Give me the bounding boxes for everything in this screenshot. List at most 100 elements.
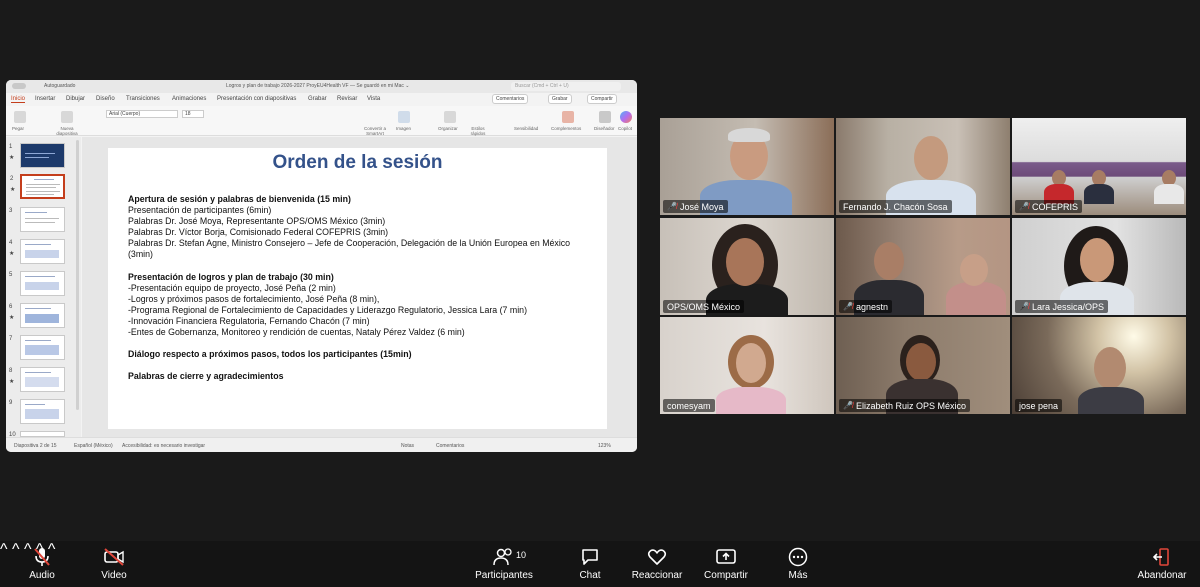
video-tile[interactable]: Fernando J. Chacón Sosa [836,118,1010,215]
new-slide-label: Nueva diapositiva [56,126,78,136]
video-tile[interactable]: 🎤̸ Elizabeth Ruiz OPS México [836,317,1010,414]
accessibility-status[interactable]: Accesibilidad: es necesario investigar [122,443,205,449]
slide-number: 2 [10,176,14,182]
leave-button[interactable]: Abandonar [1136,547,1188,581]
new-slide-icon[interactable] [61,111,73,123]
heart-icon [630,547,684,567]
star-icon: ★ [9,379,15,385]
thumbnail-scrollbar[interactable] [76,140,79,410]
agenda-line: -Presentación equipo de proyecto, José P… [128,282,336,293]
comments-button[interactable]: Comentarios [492,94,529,104]
tab-presentacion[interactable]: Presentación con diapositivas [217,96,296,102]
slide-thumb-2[interactable]: 2 ★ [10,174,65,199]
video-tile[interactable]: 🎤̸ COFEPRIS [1012,118,1186,215]
audio-options-chevron-icon[interactable]: ^ [0,541,8,558]
tab-dibujar[interactable]: Dibujar [66,96,85,102]
current-slide[interactable]: Orden de la sesión Apertura de sesión y … [108,148,607,429]
designer-icon[interactable] [599,111,611,123]
document-title: Logros y plan de trabajo 2026-2027 ProyE… [226,83,410,89]
notes-button[interactable]: Notas [401,443,414,449]
paste-icon[interactable] [14,111,26,123]
window-controls[interactable] [12,83,26,89]
convert-smartart-label[interactable]: Convertir a SmartArt [358,126,392,136]
tab-animaciones[interactable]: Animaciones [172,96,206,102]
ribbon-toolbar: Pegar Nueva diapositiva Arial (Cuerpo) 1… [6,106,637,136]
video-button[interactable]: Video [98,547,130,581]
slide-thumb-9[interactable]: 9 [9,399,65,424]
video-tile[interactable]: jose pena [1012,317,1186,414]
zoom-level[interactable]: 123% [598,443,611,449]
share-screen-button[interactable]: Compartir [702,547,750,581]
star-icon: ★ [9,251,15,257]
video-tile[interactable]: 🎤̸ José Moya [660,118,834,215]
tab-grabar[interactable]: Grabar [308,96,327,102]
title-bar: Autoguardado Logros y plan de trabajo 20… [6,80,637,93]
meeting-toolbar: Audio ^ Video ^ Participantes 10 ^ Chat … [0,541,1200,587]
quick-styles-label[interactable]: Estilos rápidos [468,126,488,136]
leave-label: Abandonar [1137,570,1187,581]
audio-button[interactable]: Audio [26,547,58,581]
slide-thumb-6[interactable]: 6 ★ [9,303,65,328]
react-button[interactable]: Reaccionar [630,547,684,581]
addins-icon[interactable] [562,111,574,123]
addins-label: Complementos [551,126,582,131]
agenda-line: -Logros y próximos pasos de fortalecimie… [128,293,380,304]
video-tile-active-speaker[interactable]: OPS/OMS México [660,218,834,315]
leave-icon [1136,547,1188,567]
audio-label: Audio [29,570,55,581]
slide-number: 4 [9,240,13,246]
participant-name: OPS/OMS México [663,300,745,313]
sensitivity-label[interactable]: Sensibilidad [514,126,538,131]
slide-number: 8 [9,368,13,374]
video-tile[interactable]: 🎤̸ Lara Jessica/OPS [1012,218,1186,315]
video-tile[interactable]: comesyam [660,317,834,414]
autosave-label[interactable]: Autoguardado [44,83,75,89]
slide-thumb-4[interactable]: 4 ★ [9,239,65,264]
record-button[interactable]: Grabar [548,94,572,104]
slide-thumb-7[interactable]: 7 [9,335,65,360]
arrange-icon[interactable] [444,111,456,123]
agenda-line: -Entes de Gobernanza, Monitoreo y rendic… [128,327,465,338]
tab-vista[interactable]: Vista [367,96,380,102]
video-options-chevron-icon[interactable]: ^ [12,541,20,558]
participant-name: comesyam [663,399,715,412]
share-button[interactable]: Compartir [587,94,617,104]
video-off-icon [98,547,130,567]
copilot-label: Copilot [618,126,633,131]
language-status[interactable]: Español (México) [74,443,113,449]
slide-number: 6 [9,304,13,310]
participants-button[interactable]: Participantes [472,547,536,581]
font-family-select[interactable]: Arial (Cuerpo) [106,110,178,118]
chat-button[interactable]: Chat [576,547,604,581]
tab-transiciones[interactable]: Transiciones [126,96,160,102]
section-heading: Apertura de sesión y palabras de bienven… [128,194,351,204]
share-label: Compartir [704,570,748,581]
slide-thumb-8[interactable]: 8 ★ [9,367,65,392]
tab-inicio[interactable]: Inicio [11,96,26,103]
slide-thumb-5[interactable]: 5 [9,271,65,296]
section-heading: Diálogo respecto a próximos pasos, todos… [128,349,412,360]
react-label: Reaccionar [631,570,683,581]
comments-status-button[interactable]: Comentarios [436,443,464,449]
arrange-label: Organizar [438,126,458,131]
ribbon-tabs: Inicio Insertar Dibujar Diseño Transicio… [6,94,637,105]
tab-insertar[interactable]: Insertar [35,96,55,102]
tab-diseno[interactable]: Diseño [96,96,115,102]
slide-thumbnails: 1 ★ 2 ★ 3 4 ★ 5 6 ★ 7 8 ★ 9 10 [6,137,81,438]
participant-name: 🎤̸ Elizabeth Ruiz OPS México [839,399,971,412]
slide-number: 5 [9,272,13,278]
image-icon[interactable] [398,111,410,123]
font-size-select[interactable]: 18 [182,110,204,118]
slide-thumb-1[interactable]: 1 ★ [9,143,65,168]
slide-thumb-3[interactable]: 3 [9,207,65,232]
search-input[interactable]: Buscar (Cmd + Ctrl + U) [511,82,621,91]
more-icon [784,547,812,567]
participant-name: 🎤̸ Lara Jessica/OPS [1015,300,1108,313]
paste-label: Pegar [12,126,25,131]
video-grid: 🎤̸ José Moya Fernando J. Chacón Sosa 🎤̸ CO… [660,118,1187,415]
copilot-icon[interactable] [620,111,632,123]
video-tile[interactable]: 🎤̸ agnestn [836,218,1010,315]
tab-revisar[interactable]: Revisar [337,96,357,102]
muted-mic-icon: 🎤̸ [667,202,677,211]
more-button[interactable]: Más [784,547,812,581]
